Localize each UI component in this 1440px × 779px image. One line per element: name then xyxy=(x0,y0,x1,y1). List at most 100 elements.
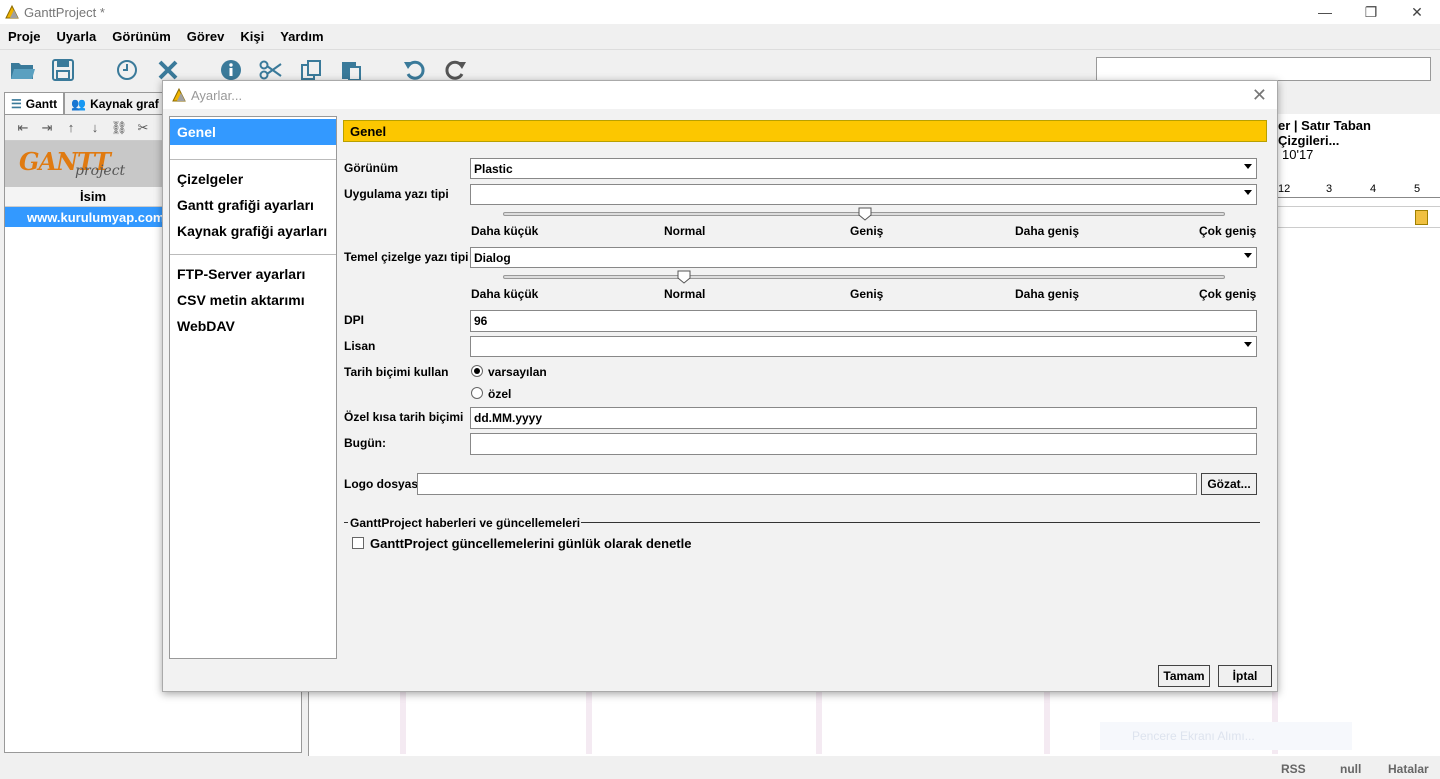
chevron-down-icon xyxy=(1244,164,1252,169)
chart-font-value: Dialog xyxy=(474,250,511,265)
locale-label: Lisan xyxy=(344,339,376,353)
tab-resource-label: Kaynak graf xyxy=(90,96,159,111)
timeline-day: 5 xyxy=(1414,183,1421,195)
search-input[interactable] xyxy=(1096,57,1431,81)
nav-csv-export[interactable]: CSV metin aktarımı xyxy=(170,287,336,313)
ok-button[interactable]: Tamam xyxy=(1158,665,1210,687)
date-custom-label: özel xyxy=(488,387,512,401)
timeline-day: 12 xyxy=(1278,183,1291,195)
timeline-day: 4 xyxy=(1370,183,1377,195)
status-bar: RSS null Hatalar xyxy=(0,756,1440,779)
menu-yardim[interactable]: Yardım xyxy=(272,29,331,44)
menu-gorunum[interactable]: Görünüm xyxy=(104,29,179,44)
window-controls: — ❐ ✕ xyxy=(1302,0,1440,24)
clock-icon[interactable] xyxy=(114,57,140,83)
settings-content: Genel xyxy=(343,120,1267,142)
nav-separator xyxy=(170,159,336,160)
chart-font-tick: Geniş xyxy=(850,287,884,301)
nav-ftp-server[interactable]: FTP-Server ayarları xyxy=(170,261,336,287)
status-null: null xyxy=(1340,762,1362,776)
app-font-select[interactable] xyxy=(470,184,1257,205)
nav-cizelgeler[interactable]: Çizelgeler xyxy=(170,166,336,192)
outdent-icon[interactable]: ⇤ xyxy=(11,120,35,136)
nav-webdav[interactable]: WebDAV xyxy=(170,313,336,339)
app-font-tick: Geniş xyxy=(850,224,884,238)
rss-link[interactable]: RSS xyxy=(1281,762,1306,776)
move-down-icon[interactable]: ↓ xyxy=(83,120,107,135)
errors-link[interactable]: Hatalar xyxy=(1388,762,1429,776)
menu-proje[interactable]: Proje xyxy=(0,29,49,44)
date-format-label: Tarih biçimi kullan xyxy=(344,365,449,379)
nav-separator xyxy=(170,254,336,255)
window-title: GanttProject * xyxy=(24,4,105,20)
locale-select[interactable] xyxy=(470,336,1257,357)
browse-button[interactable]: Gözat... xyxy=(1201,473,1257,495)
chart-font-tick: Normal xyxy=(664,287,706,301)
dpi-label: DPI xyxy=(344,313,365,327)
restore-button[interactable]: ❐ xyxy=(1348,0,1394,24)
save-icon[interactable] xyxy=(50,57,76,83)
nav-resource-settings[interactable]: Kaynak grafiği ayarları xyxy=(170,218,336,244)
task-name: www.kurulumyap.com xyxy=(27,209,165,225)
logo-subtext: project xyxy=(75,163,126,179)
appearance-value: Plastic xyxy=(474,161,513,176)
menu-kisi[interactable]: Kişi xyxy=(232,29,272,44)
app-font-slider-thumb[interactable] xyxy=(858,207,872,221)
logo-file-label: Logo dosyası xyxy=(344,477,422,491)
daily-update-label: GanttProject güncellemelerini günlük ola… xyxy=(370,536,692,551)
nav-genel[interactable]: Genel xyxy=(170,119,336,145)
tab-gantt[interactable]: ☰ Gantt xyxy=(4,92,65,114)
grid-line xyxy=(586,692,592,754)
notification-ghost: Pencere Ekranı Alımı... xyxy=(1100,722,1352,750)
grid-line xyxy=(400,692,406,754)
chart-font-tick: Daha geniş xyxy=(1015,287,1080,301)
nav-gantt-settings[interactable]: Gantt grafiği ayarları xyxy=(170,192,336,218)
tab-resource[interactable]: 👥 Kaynak graf xyxy=(64,92,166,114)
dpi-value: 96 xyxy=(474,314,488,328)
chart-font-tick: Daha küçük xyxy=(471,287,539,301)
appearance-select[interactable]: Plastic xyxy=(470,158,1257,179)
timeline-day: 3 xyxy=(1326,183,1333,195)
app-font-tick: Çok geniş xyxy=(1199,224,1257,238)
move-up-icon[interactable]: ↑ xyxy=(59,120,83,135)
title-bar: GanttProject * — ❐ ✕ xyxy=(0,0,1440,24)
note-icon[interactable] xyxy=(1415,210,1428,225)
section-header: Genel xyxy=(343,120,1267,142)
date-custom-radio[interactable] xyxy=(471,387,483,399)
unlink-icon[interactable]: ✂ xyxy=(131,120,155,136)
menu-uyarla[interactable]: Uyarla xyxy=(49,29,105,44)
chart-font-slider[interactable] xyxy=(503,275,1225,279)
app-font-tick: Normal xyxy=(664,224,706,238)
today-input[interactable] xyxy=(470,433,1257,455)
close-window-button[interactable]: ✕ xyxy=(1394,0,1440,24)
app-font-label: Uygulama yazı tipi xyxy=(344,187,449,201)
link-icon[interactable]: ⛓ xyxy=(107,120,131,136)
dialog-title: Ayarlar... xyxy=(191,87,243,103)
indent-icon[interactable]: ⇥ xyxy=(35,120,59,136)
date-default-radio[interactable] xyxy=(471,365,483,377)
chart-font-select[interactable]: Dialog xyxy=(470,247,1257,268)
logo-file-input[interactable] xyxy=(417,473,1197,495)
dpi-input[interactable]: 96 xyxy=(470,310,1257,332)
chevron-down-icon xyxy=(1244,342,1252,347)
chevron-down-icon xyxy=(1244,253,1252,258)
minimize-button[interactable]: — xyxy=(1302,0,1348,24)
gantt-toolbar-links[interactable]: er | Satır Taban Çizgileri... xyxy=(1278,118,1430,148)
menu-gorev[interactable]: Görev xyxy=(179,29,233,44)
close-icon[interactable]: ✕ xyxy=(1252,85,1267,106)
chart-font-slider-thumb[interactable] xyxy=(677,270,691,284)
open-folder-icon[interactable] xyxy=(10,57,36,83)
updates-group-title: GanttProject haberleri ve güncellemeleri xyxy=(350,516,581,530)
dialog-title-bar: Ayarlar... ✕ xyxy=(163,81,1277,109)
cancel-button[interactable]: İptal xyxy=(1218,665,1272,687)
settings-nav: Genel Çizelgeler Gantt grafiği ayarları … xyxy=(169,116,337,659)
settings-dialog: Ayarlar... ✕ Genel Çizelgeler Gantt graf… xyxy=(162,80,1278,692)
gantt-tab-icon: ☰ xyxy=(11,96,22,111)
short-date-value: dd.MM.yyyy xyxy=(474,411,543,425)
group-border xyxy=(581,522,1260,523)
view-tabs: ☰ Gantt 👥 Kaynak graf xyxy=(4,92,166,114)
short-date-input[interactable]: dd.MM.yyyy xyxy=(470,407,1257,429)
group-border xyxy=(344,522,348,523)
gantt-task-row[interactable] xyxy=(1278,206,1440,228)
daily-update-checkbox[interactable] xyxy=(352,537,364,549)
